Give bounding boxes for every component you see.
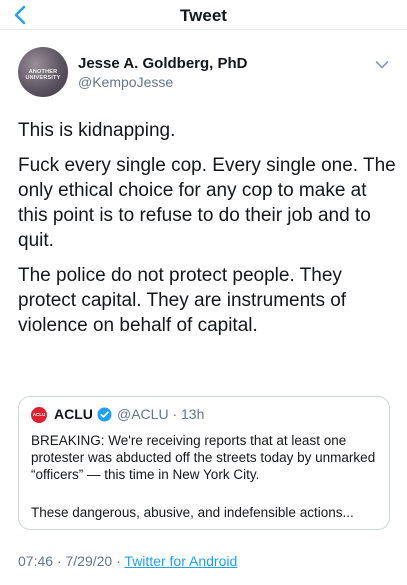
meta-separator: · xyxy=(172,406,178,422)
top-nav-bar: Tweet xyxy=(0,0,407,30)
quoted-author-name: ACLU xyxy=(54,406,93,422)
avatar-caption: ANOTHER UNIVERSITY xyxy=(25,69,61,81)
quoted-tweet-time: 13h xyxy=(181,406,205,422)
tweet-time: 07:46 xyxy=(18,553,54,569)
verified-badge-icon xyxy=(97,407,112,422)
author-display-name[interactable]: Jesse A. Goldberg, PhD xyxy=(78,55,248,72)
aclu-avatar: ACLU xyxy=(31,407,47,423)
chevron-down-icon[interactable] xyxy=(375,57,389,69)
tweet-text: This is kidnapping. Fuck every single co… xyxy=(18,118,398,348)
tweet-date: 7/29/20 xyxy=(65,553,113,569)
meta-separator: · xyxy=(116,553,121,569)
quoted-tweet-truncated-text: These dangerous, abusive, and indefensib… xyxy=(31,505,354,520)
avatar[interactable]: ANOTHER UNIVERSITY xyxy=(18,47,68,97)
tweet-paragraph: The police do not protect people. They p… xyxy=(18,265,347,336)
tweet-paragraph: Fuck every single cop. Every single one.… xyxy=(18,155,396,251)
author-handle[interactable]: @KempoJesse xyxy=(78,74,173,90)
tweet-source-link[interactable]: Twitter for Android xyxy=(124,553,237,569)
tweet-timestamp-row: 07:46 · 7/29/20 · Twitter for Android xyxy=(18,553,237,569)
page-title: Tweet xyxy=(180,6,227,25)
tweet-paragraph: This is kidnapping. xyxy=(18,120,176,141)
tweet-author: ANOTHER UNIVERSITY Jesse A. Goldberg, Ph… xyxy=(18,47,393,99)
quoted-tweet-card[interactable]: ACLU ACLU @ACLU · 13h BREAKING: We're re… xyxy=(18,396,390,530)
quoted-tweet-text: BREAKING: We're receiving reports that a… xyxy=(31,433,376,482)
quoted-author-meta: @ACLU · 13h xyxy=(117,406,204,422)
meta-separator: · xyxy=(56,553,62,569)
quoted-author-handle: @ACLU xyxy=(117,406,169,422)
